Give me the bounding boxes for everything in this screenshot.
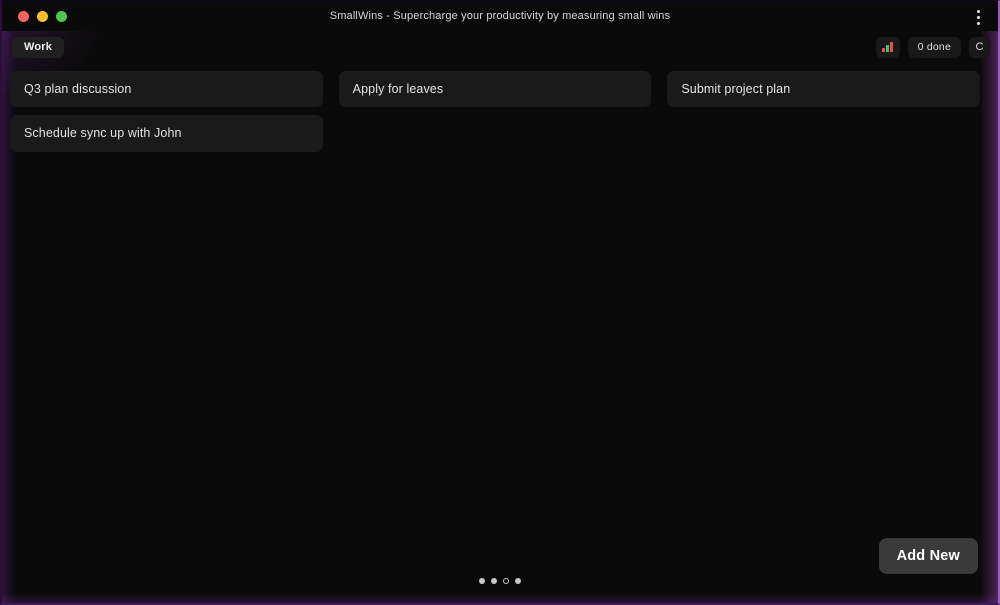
kebab-menu-icon[interactable]: [968, 6, 988, 28]
avatar[interactable]: C: [969, 36, 990, 58]
pagination-dot-2[interactable]: [491, 578, 497, 584]
pagination-dot-4[interactable]: [515, 578, 521, 584]
tab-list: Work: [12, 36, 65, 58]
kebab-dot: [976, 21, 980, 25]
done-count-badge[interactable]: 0 done: [907, 36, 961, 58]
board-column-2: Apply for leaves: [338, 71, 652, 108]
toolbar: Work 0 done C: [2, 31, 998, 63]
pagination-dot-3[interactable]: [503, 578, 509, 584]
maximize-window-button[interactable]: [56, 10, 67, 22]
tab-work[interactable]: Work: [12, 36, 65, 58]
title-bar: SmallWins - Supercharge your productivit…: [2, 1, 998, 31]
window-title: SmallWins - Supercharge your productivit…: [329, 10, 671, 22]
minimize-window-button[interactable]: [37, 10, 48, 22]
task-card[interactable]: Schedule sync up with John: [10, 115, 323, 152]
task-board: Q3 plan discussion Schedule sync up with…: [2, 63, 998, 152]
close-window-button[interactable]: [18, 10, 29, 22]
board-column-3: Submit project plan: [667, 71, 981, 108]
add-new-button[interactable]: Add New: [878, 537, 978, 574]
task-card[interactable]: Apply for leaves: [338, 71, 652, 108]
pagination-dot-1[interactable]: [479, 578, 485, 584]
toolbar-actions: 0 done C: [875, 36, 990, 58]
kebab-dot: [976, 15, 980, 19]
kebab-dot: [976, 9, 980, 13]
task-card[interactable]: Submit project plan: [667, 71, 981, 108]
stats-button[interactable]: [875, 36, 900, 58]
task-card[interactable]: Q3 plan discussion: [10, 71, 323, 108]
traffic-light-controls: [2, 10, 67, 22]
app-window: SmallWins - Supercharge your productivit…: [0, 0, 1000, 605]
pagination-dots: [2, 578, 998, 584]
purple-glow-bottom: [2, 593, 998, 603]
board-column-1: Q3 plan discussion Schedule sync up with…: [10, 71, 323, 152]
bar-chart-icon: [882, 42, 893, 52]
